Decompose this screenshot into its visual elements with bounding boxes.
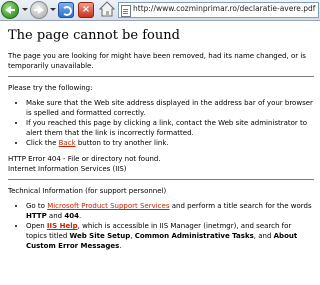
server-name: Internet Information Services (IIS) [8,165,127,173]
error-page: The page cannot be found The page you ar… [8,24,314,257]
refresh-icon [58,2,74,18]
keyword-404: 404 [64,212,79,220]
tips-list: Make sure that the Web site address disp… [8,98,314,148]
keyword-common-tasks: Common Administrative Tasks [134,232,254,240]
page-title: The page cannot be found [8,28,180,43]
address-url[interactable]: http://www.cozminprimar.ro/declaratie-av… [133,4,315,13]
support-services-link[interactable]: Microsoft Product Support Services [47,202,169,210]
list-item: Go to Microsoft Product Support Services… [26,201,314,221]
list-item: Click the Back button to try another lin… [26,138,314,148]
tech-text: , and [253,232,274,240]
back-button[interactable] [1,1,19,19]
back-arrow-icon [1,1,19,19]
tech-text: . [78,212,82,220]
tech-text: . [119,242,122,250]
iis-help-link[interactable]: IIS Help [47,222,78,230]
keyword-http: HTTP [26,212,47,220]
tech-text: and perform a title search for the words [169,202,312,210]
keyword-web-site-setup: Web Site Setup [69,232,131,240]
address-bar[interactable]: http://www.cozminprimar.ro/declaratie-av… [118,2,319,18]
divider [8,179,314,180]
chevron-down-icon[interactable] [50,8,56,11]
tech-text: Go to [26,202,48,210]
forward-button[interactable] [30,1,48,19]
tip-text: Click the [26,139,59,147]
stop-icon: × [78,2,94,18]
list-item: Make sure that the Web site address disp… [26,98,314,118]
refresh-button[interactable] [58,2,74,18]
stop-button[interactable]: × [78,2,94,18]
try-heading: Please try the following: [8,84,93,92]
intro-text: The page you are looking for might have … [8,52,306,70]
chevron-down-icon[interactable] [22,8,28,11]
home-icon [98,1,116,17]
tech-list: Go to Microsoft Product Support Services… [8,201,314,251]
page-icon [121,5,131,17]
tech-heading: Technical Information (for support perso… [8,187,167,195]
tech-text: and [46,212,65,220]
back-link[interactable]: Back [59,139,76,147]
browser-toolbar: × http://www.cozminprimar.ro/declaratie-… [0,0,320,21]
forward-arrow-icon [30,1,48,19]
error-code: HTTP Error 404 - File or directory not f… [8,155,161,163]
list-item: Open IIS Help, which is accessible in II… [26,221,314,251]
tech-text: Open [26,222,47,230]
list-item: If you reached this page by clicking a l… [26,118,314,138]
tip-text: button to try another link. [75,139,169,147]
divider [8,76,314,77]
home-button[interactable] [98,1,116,21]
